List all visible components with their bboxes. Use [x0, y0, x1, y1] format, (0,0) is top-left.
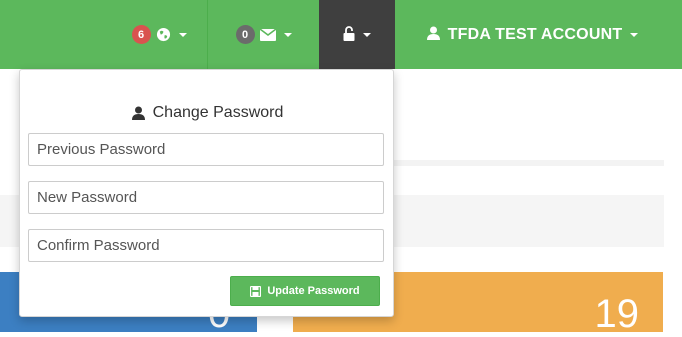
notifications-menu[interactable]: 6 — [111, 0, 207, 69]
save-icon — [250, 285, 262, 297]
chevron-down-icon — [630, 32, 639, 37]
globe-icon — [156, 27, 171, 42]
change-password-heading: Change Password — [20, 102, 395, 124]
background-divider — [394, 160, 664, 166]
new-password-input[interactable] — [28, 181, 384, 214]
update-password-label: Update Password — [267, 285, 360, 297]
confirm-password-input[interactable] — [28, 229, 384, 262]
user-icon — [426, 26, 440, 43]
stat-tile-orange-value: 19 — [594, 292, 640, 336]
account-name: TFDA TEST ACCOUNT — [447, 25, 623, 43]
notification-count-badge: 6 — [131, 25, 151, 44]
top-navbar: 6 0 TFDA TEST ACCOUNT — [0, 0, 682, 69]
change-password-title: Change Password — [152, 104, 284, 121]
chevron-down-icon — [178, 32, 187, 37]
messages-menu[interactable]: 0 — [207, 0, 319, 69]
envelope-icon — [259, 28, 276, 41]
account-menu[interactable]: TFDA TEST ACCOUNT — [395, 0, 670, 69]
chevron-down-icon — [363, 32, 371, 37]
previous-password-input[interactable] — [28, 133, 384, 166]
lock-menu[interactable] — [319, 0, 395, 69]
user-icon — [131, 106, 145, 120]
chevron-down-icon — [283, 32, 292, 37]
unlock-icon — [343, 25, 355, 44]
message-count-badge: 0 — [235, 25, 255, 44]
update-password-button[interactable]: Update Password — [230, 276, 380, 306]
change-password-dropdown: Change Password Update Password — [19, 69, 394, 317]
